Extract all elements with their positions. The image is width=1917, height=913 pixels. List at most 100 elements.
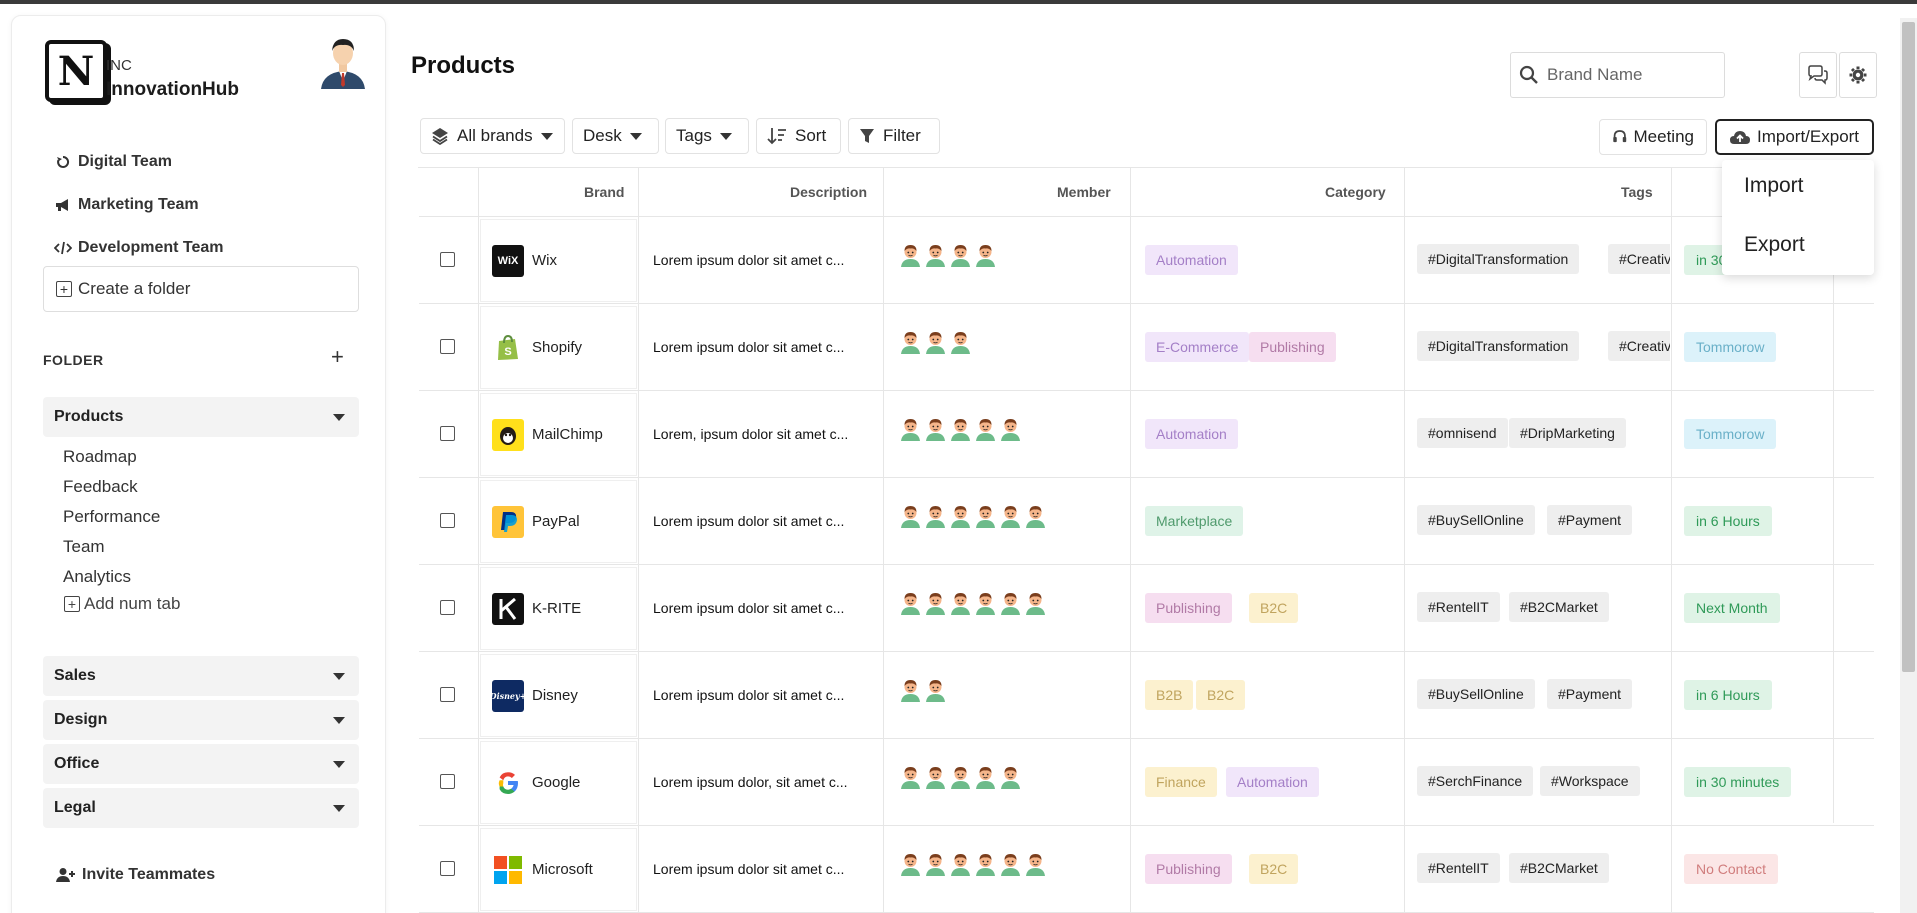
row-checkbox[interactable]	[440, 425, 455, 441]
search-input[interactable]	[1547, 65, 1717, 85]
all-brands-dropdown[interactable]: All brands	[420, 118, 565, 154]
org-name[interactable]: InnovationHub	[106, 79, 239, 101]
tag-chip[interactable]: #RentelIT	[1417, 591, 1500, 622]
folder-office[interactable]: Office	[43, 744, 359, 784]
folder-item-analytics[interactable]: Analytics	[63, 567, 131, 587]
folder-item-roadmap[interactable]: Roadmap	[63, 447, 137, 467]
member-avatar-icon	[948, 850, 973, 876]
member-avatars[interactable]	[898, 415, 1023, 441]
category-badge[interactable]: Automation	[1145, 418, 1238, 449]
folder-item-feedback[interactable]: Feedback	[63, 477, 138, 497]
member-avatars[interactable]	[898, 589, 1048, 615]
tag-chip[interactable]: #Creative	[1608, 330, 1670, 361]
user-avatar[interactable]	[315, 33, 371, 89]
member-avatars[interactable]	[898, 502, 1048, 528]
member-avatars[interactable]	[898, 328, 973, 354]
tag-chip[interactable]: #BuySellOnline	[1417, 678, 1535, 709]
tag-chip[interactable]: #DigitalTransformation	[1417, 243, 1580, 274]
add-folder-plus-icon[interactable]: +	[331, 344, 344, 370]
status-badge[interactable]: in 30 minutes	[1684, 766, 1792, 797]
row-checkbox[interactable]	[440, 512, 455, 528]
category-badge[interactable]: B2C	[1249, 853, 1299, 884]
tag-chip[interactable]: #RentelIT	[1417, 852, 1500, 883]
chat-button[interactable]	[1799, 52, 1837, 98]
column-header-brand[interactable]: Brand	[584, 184, 624, 200]
column-header-description[interactable]: Description	[790, 184, 867, 200]
filter-button[interactable]: Filter	[848, 118, 940, 154]
category-badge[interactable]: B2C	[1196, 679, 1246, 710]
member-avatars[interactable]	[898, 850, 1048, 876]
invite-teammates-button[interactable]: Invite Teammates	[56, 866, 215, 884]
column-header-member[interactable]: Member	[1057, 184, 1111, 200]
sidebar-team-marketing[interactable]: Marketing Team	[54, 191, 199, 219]
brand-name[interactable]: PayPal	[532, 513, 580, 530]
folder-products[interactable]: Products	[43, 397, 359, 437]
column-header-tags[interactable]: Tags	[1621, 184, 1653, 200]
tag-chip[interactable]: #B2CMarket	[1509, 852, 1609, 883]
tag-chip[interactable]: #omnisend	[1417, 417, 1508, 448]
brand-name[interactable]: Google	[532, 774, 580, 791]
member-avatars[interactable]	[898, 241, 998, 267]
sidebar-team-digital[interactable]: Digital Team	[54, 148, 172, 176]
member-avatars[interactable]	[898, 763, 1023, 789]
category-badge[interactable]: B2B	[1145, 679, 1194, 710]
brand-name[interactable]: K-RITE	[532, 600, 581, 617]
tag-chip[interactable]: #BuySellOnline	[1417, 504, 1535, 535]
folder-legal[interactable]: Legal	[43, 788, 359, 828]
brand-name[interactable]: Disney	[532, 687, 578, 704]
brand-name[interactable]: Shopify	[532, 339, 582, 356]
status-badge[interactable]: No Contact	[1684, 853, 1779, 884]
meeting-button[interactable]: Meeting	[1599, 119, 1707, 155]
tags-dropdown[interactable]: Tags	[665, 118, 749, 154]
status-badge[interactable]: in 6 Hours	[1684, 505, 1772, 536]
row-checkbox[interactable]	[440, 860, 455, 876]
category-badge[interactable]: B2C	[1249, 592, 1299, 623]
menu-item-export[interactable]: Export	[1744, 233, 1805, 257]
category-badge[interactable]: Automation	[1226, 766, 1319, 797]
tag-chip[interactable]: #SerchFinance	[1417, 765, 1534, 796]
settings-button[interactable]	[1839, 52, 1877, 98]
tags-cell: #DigitalTransformation #Creative	[1405, 304, 1670, 391]
folder-item-team[interactable]: Team	[63, 537, 105, 557]
brand-name[interactable]: Wix	[532, 252, 557, 269]
import-export-button[interactable]: Import/Export	[1715, 119, 1874, 155]
row-checkbox[interactable]	[440, 251, 455, 267]
category-badge[interactable]: Automation	[1145, 244, 1238, 275]
sidebar-team-development[interactable]: Development Team	[54, 234, 224, 262]
add-tab-button[interactable]: + Add num tab	[64, 594, 180, 614]
category-badge[interactable]: E-Commerce	[1145, 331, 1250, 362]
folder-design[interactable]: Design	[43, 700, 359, 740]
status-badge[interactable]: Next Month	[1684, 592, 1780, 623]
create-folder-button[interactable]: + Create a folder	[43, 266, 359, 312]
folder-item-performance[interactable]: Performance	[63, 507, 160, 527]
tag-chip[interactable]: #DigitalTransformation	[1417, 330, 1580, 361]
row-checkbox[interactable]	[440, 338, 455, 354]
row-checkbox[interactable]	[440, 773, 455, 789]
column-header-category[interactable]: Category	[1325, 184, 1386, 200]
category-badge[interactable]: Marketplace	[1145, 505, 1244, 536]
brand-name[interactable]: MailChimp	[532, 426, 603, 443]
row-checkbox[interactable]	[440, 599, 455, 615]
status-badge[interactable]: in 6 Hours	[1684, 679, 1772, 710]
tag-chip[interactable]: #B2CMarket	[1509, 591, 1609, 622]
desk-dropdown[interactable]: Desk	[572, 118, 659, 154]
category-badge[interactable]: Publishing	[1249, 331, 1336, 362]
row-checkbox[interactable]	[440, 686, 455, 702]
menu-item-import[interactable]: Import	[1744, 174, 1804, 198]
search-box[interactable]	[1510, 52, 1725, 98]
category-badge[interactable]: Publishing	[1145, 592, 1232, 623]
tag-chip[interactable]: #DripMarketing	[1509, 417, 1626, 448]
category-badge[interactable]: Finance	[1145, 766, 1217, 797]
scrollbar-thumb[interactable]	[1902, 22, 1915, 672]
brand-name[interactable]: Microsoft	[532, 861, 593, 878]
folder-sales[interactable]: Sales	[43, 656, 359, 696]
tag-chip[interactable]: #Payment	[1547, 678, 1633, 709]
status-badge[interactable]: Tommorow	[1684, 418, 1777, 449]
tag-chip[interactable]: #Workspace	[1540, 765, 1640, 796]
tag-chip[interactable]: #Payment	[1547, 504, 1633, 535]
sort-button[interactable]: Sort	[756, 118, 841, 154]
tag-chip[interactable]: #Creative	[1608, 243, 1670, 274]
category-badge[interactable]: Publishing	[1145, 853, 1232, 884]
status-badge[interactable]: Tommorow	[1684, 331, 1777, 362]
member-avatars[interactable]	[898, 676, 948, 702]
